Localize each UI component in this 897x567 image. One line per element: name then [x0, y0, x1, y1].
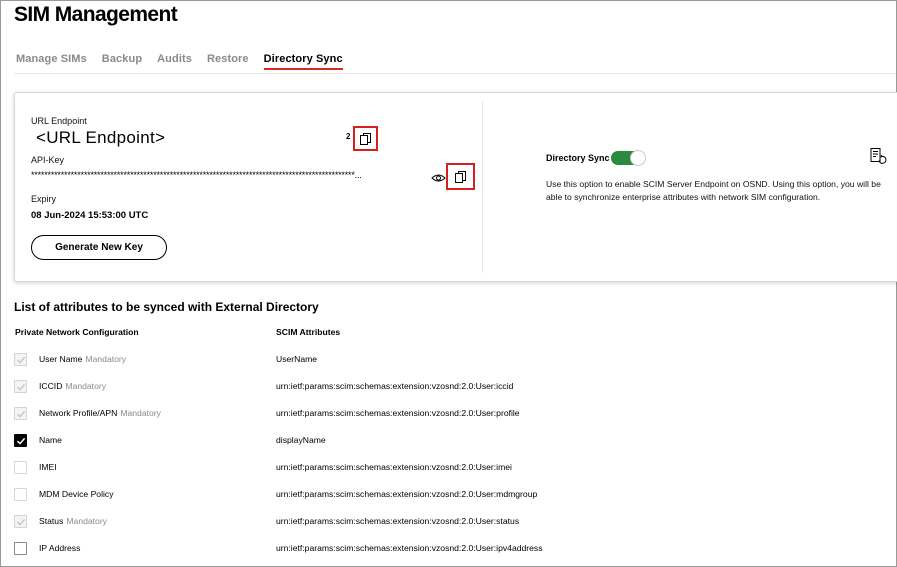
column-header-scim: SCIM Attributes — [276, 327, 341, 337]
row-checkbox[interactable] — [14, 461, 27, 474]
expiry-label: Expiry — [31, 194, 57, 204]
attribute-name: ICCID Mandatory — [39, 381, 106, 391]
attribute-label: IMEI — [39, 462, 57, 472]
mandatory-tag: Mandatory — [65, 381, 107, 391]
row-checkbox — [14, 380, 27, 393]
mandatory-tag: Mandatory — [120, 408, 161, 418]
copy-api-key-button[interactable] — [446, 163, 475, 190]
endpoint-card: URL Endpoint <URL Endpoint> 2 API-Key **… — [14, 92, 897, 282]
scim-attribute: UserName — [276, 354, 318, 364]
attribute-name: Name — [39, 435, 62, 445]
generate-new-key-button[interactable]: Generate New Key — [31, 235, 167, 260]
row-checkbox[interactable] — [14, 488, 27, 501]
table-row: MDM Device Policy urn:ietf:params:scim:sc… — [1, 486, 897, 506]
copy-url-button[interactable] — [353, 126, 378, 151]
page-title: SIM Management — [14, 3, 178, 26]
mandatory-tag: Mandatory — [66, 516, 107, 526]
url-endpoint-value: <URL Endpoint> — [36, 128, 166, 147]
column-header-private-network: Private Network Configuration — [15, 327, 139, 337]
tab-audits[interactable]: Audits — [157, 53, 192, 70]
scim-attribute: urn:ietf:params:scim:schemas:extension:v… — [276, 489, 538, 499]
directory-sync-description: Use this option to enable SCIM Server En… — [546, 179, 881, 202]
attribute-label: ICCID — [39, 381, 63, 391]
checkmark-icon — [16, 437, 26, 445]
row-checkbox[interactable] — [14, 542, 27, 555]
table-row: User Name Mandatory UserName — [1, 351, 897, 371]
api-key-label: API-Key — [31, 155, 65, 165]
attribute-label: Network Profile/APN — [39, 408, 118, 418]
row-checkbox — [14, 515, 27, 528]
eye-icon[interactable] — [431, 173, 446, 183]
tab-manage-sims[interactable]: Manage SIMs — [16, 53, 87, 70]
checkmark-icon — [16, 356, 26, 364]
scim-attribute: displayName — [276, 435, 326, 445]
tab-bar: Manage SIMs Backup Audits Restore Direct… — [16, 53, 343, 70]
table-row: ICCID Mandatory urn:ietf:params:scim:schem… — [1, 378, 897, 398]
table-row: Network Profile/APN Mandatory urn:ietf:par… — [1, 405, 897, 425]
row-checkbox[interactable] — [14, 434, 27, 447]
tab-restore[interactable]: Restore — [207, 53, 249, 70]
annotation-number: 2 — [346, 132, 351, 141]
tab-backup[interactable]: Backup — [102, 53, 142, 70]
attribute-label: Status — [39, 516, 64, 526]
attribute-label: MDM Device Policy — [39, 489, 114, 499]
scim-attribute: urn:ietf:params:scim:schemas:extension:v… — [276, 381, 514, 391]
attribute-label: Name — [39, 435, 62, 445]
expiry-value: 08 Jun-2024 15:53:00 UTC — [31, 210, 149, 221]
table-row: IMEI urn:ietf:params:scim:schemas:extensi… — [1, 459, 897, 479]
scim-attribute: urn:ietf:params:scim:schemas:extension:v… — [276, 516, 520, 526]
attribute-label: User Name — [39, 354, 83, 364]
table-row: IP Address urn:ietf:params:scim:schemas:e… — [1, 540, 897, 560]
row-checkbox — [14, 407, 27, 420]
directory-sync-toggle[interactable] — [611, 150, 646, 166]
checkmark-icon — [16, 410, 26, 418]
attribute-name: Network Profile/APN Mandatory — [39, 408, 161, 418]
scim-attribute: urn:ietf:params:scim:schemas:extension:v… — [276, 543, 543, 553]
toggle-knob — [630, 150, 646, 166]
scim-attribute: urn:ietf:params:scim:schemas:extension:v… — [276, 408, 520, 418]
url-endpoint-label: URL Endpoint — [31, 116, 87, 126]
attributes-section-title: List of attributes to be synced with Ext… — [14, 300, 319, 314]
table-row: Status Mandatory urn:ietf:params:scim:sche… — [1, 513, 897, 533]
directory-sync-label: Directory Sync — [546, 153, 610, 163]
tabs-divider — [14, 73, 896, 74]
copy-icon — [454, 170, 466, 183]
mandatory-tag: Mandatory — [85, 354, 127, 364]
row-checkbox — [14, 353, 27, 366]
attribute-label: IP Address — [39, 543, 81, 553]
api-key-masked: ****************************************… — [31, 170, 362, 180]
attribute-name: Status Mandatory — [39, 516, 107, 526]
attribute-name: IP Address — [39, 543, 80, 553]
attribute-name: MDM Device Policy — [39, 489, 114, 499]
attribute-name: User Name Mandatory — [39, 354, 126, 364]
checkmark-icon — [16, 383, 26, 391]
card-divider — [482, 101, 483, 273]
scim-attribute: urn:ietf:params:scim:schemas:extension:v… — [276, 462, 512, 472]
attribute-name: IMEI — [39, 462, 57, 472]
copy-icon — [359, 132, 371, 145]
checkmark-icon — [16, 518, 26, 526]
table-row: Name displayName — [1, 432, 897, 452]
refresh-list-icon[interactable] — [869, 147, 887, 165]
tab-directory-sync[interactable]: Directory Sync — [263, 53, 343, 70]
